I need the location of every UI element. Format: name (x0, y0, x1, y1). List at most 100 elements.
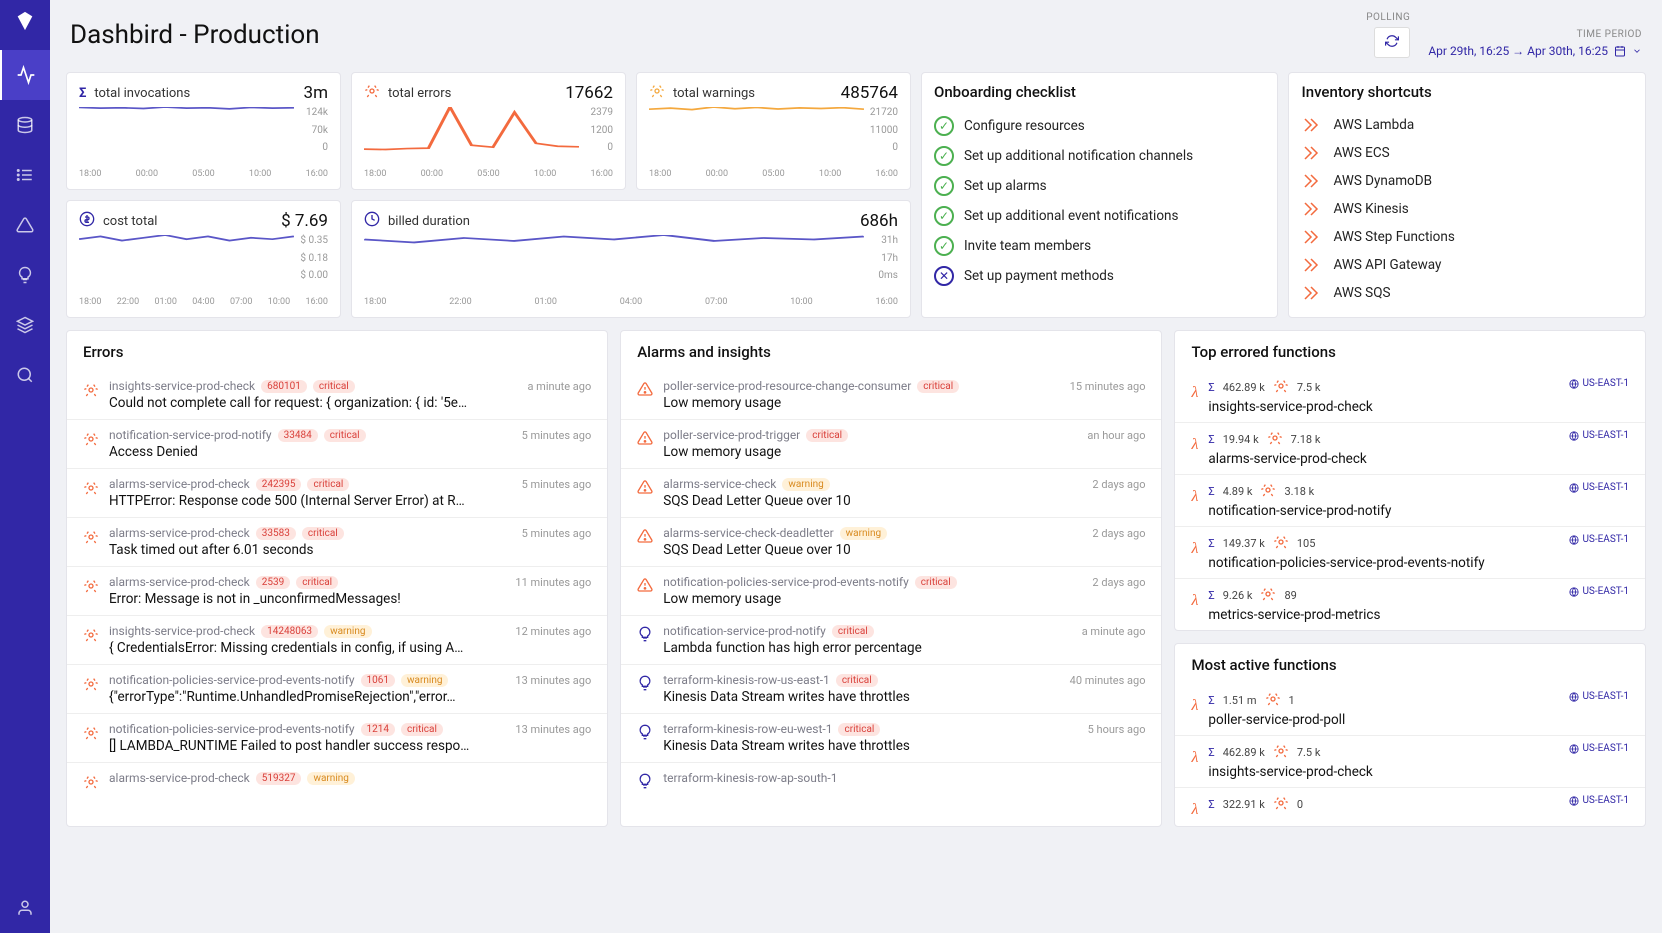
function-row[interactable]: λ Σ1.51 m 1 poller-service-prod-poll US-… (1175, 684, 1645, 735)
warnings-icon (649, 83, 665, 103)
sigma-icon: Σ (1208, 381, 1214, 394)
fn-region: US-EAST-1 (1569, 482, 1629, 493)
onboarding-item[interactable]: ✓ Invite team members (934, 231, 1266, 261)
inventory-item[interactable]: AWS API Gateway (1301, 251, 1633, 279)
nav-list[interactable] (0, 150, 50, 200)
alarm-time: 15 minutes ago (1070, 380, 1146, 393)
onboarding-item[interactable]: ✓ Set up additional event notifications (934, 201, 1266, 231)
alarm-time: 40 minutes ago (1070, 674, 1146, 687)
billed-icon (364, 211, 380, 231)
error-row[interactable]: alarms-service-prod-check 519327 warning (67, 762, 607, 802)
inventory-item[interactable]: AWS Kinesis (1301, 195, 1633, 223)
function-row[interactable]: λ Σ9.26 k 89 metrics-service-prod-metric… (1175, 578, 1645, 630)
error-row[interactable]: insights-service-prod-check 680101 criti… (67, 371, 607, 419)
cost-icon (79, 211, 95, 231)
alarm-row[interactable]: poller-service-prod-trigger critical an … (621, 419, 1161, 468)
alarm-source: poller-service-prod-trigger (663, 428, 800, 442)
bulb-icon (637, 673, 653, 705)
error-message: Access Denied (109, 444, 591, 460)
error-row[interactable]: alarms-service-prod-check 2539 critical … (67, 566, 607, 615)
most-active-card: Most active functions λ Σ1.51 m 1 poller… (1174, 643, 1646, 827)
nav-alerts[interactable] (0, 200, 50, 250)
sigma-icon: Σ (1208, 537, 1214, 550)
metric-errors[interactable]: total errors 17662 237912000 18:0000:000… (351, 72, 626, 190)
bug-icon (1267, 430, 1283, 449)
sigma-icon: Σ (1208, 433, 1214, 446)
lambda-icon: λ (1191, 482, 1198, 506)
error-row[interactable]: notification-service-prod-notify 33484 c… (67, 419, 607, 468)
onboarding-item[interactable]: ✓ Set up alarms (934, 171, 1266, 201)
bug-icon (83, 771, 99, 794)
bulb-icon (637, 771, 653, 793)
error-row[interactable]: notification-policies-service-prod-event… (67, 664, 607, 713)
refresh-button[interactable] (1374, 27, 1410, 58)
function-row[interactable]: λ Σ4.89 k 3.18 k notification-service-pr… (1175, 474, 1645, 526)
onboarding-item[interactable]: ✕ Set up payment methods (934, 261, 1266, 291)
alarm-row[interactable]: poller-service-prod-resource-change-cons… (621, 371, 1161, 419)
bug-icon (83, 575, 99, 607)
metric-cost[interactable]: cost total $ 7.69 $ 0.35$ 0.18$ 0.00 18:… (66, 200, 341, 318)
bug-icon (83, 673, 99, 705)
error-count-badge: 2539 (256, 576, 290, 589)
error-row[interactable]: alarms-service-prod-check 33583 critical… (67, 517, 607, 566)
metric-invocations[interactable]: Σ total invocations 3m 124k70k0 18:0000:… (66, 72, 341, 190)
sigma-icon: Σ (1208, 694, 1214, 707)
onboarding-item[interactable]: ✓ Configure resources (934, 111, 1266, 141)
function-row[interactable]: λ Σ462.89 k 7.5 k insights-service-prod-… (1175, 735, 1645, 787)
alarm-row[interactable]: notification-service-prod-notify critica… (621, 615, 1161, 664)
alarm-row[interactable]: alarms-service-check warning 2 days ago … (621, 468, 1161, 517)
alarm-row[interactable]: alarms-service-check-deadletter warning … (621, 517, 1161, 566)
bug-icon (83, 428, 99, 460)
nav-activity[interactable] (0, 50, 50, 100)
alarm-source: terraform-kinesis-row-ap-south-1 (663, 771, 837, 785)
bug-icon (1273, 795, 1289, 814)
lambda-icon: λ (1191, 430, 1198, 454)
aws-service-icon (1301, 144, 1321, 162)
metric-name: billed duration (388, 214, 470, 229)
error-row[interactable]: insights-service-prod-check 14248063 war… (67, 615, 607, 664)
error-message: Could not complete call for request: { o… (109, 395, 591, 411)
inventory-item[interactable]: AWS DynamoDB (1301, 167, 1633, 195)
inventory-label: AWS Kinesis (1333, 201, 1408, 217)
calendar-icon (1614, 45, 1626, 57)
alarm-message: Lambda function has high error percentag… (663, 640, 1145, 656)
alarm-row[interactable]: notification-policies-service-prod-event… (621, 566, 1161, 615)
metric-billed[interactable]: billed duration 686h 31h17h0ms 18:0022:0… (351, 200, 911, 318)
fn-invocations: 19.94 k (1223, 433, 1259, 446)
alarm-row[interactable]: terraform-kinesis-row-us-east-1 critical… (621, 664, 1161, 713)
fn-errors: 7.5 k (1297, 746, 1321, 759)
nav-user[interactable] (0, 883, 50, 933)
function-row[interactable]: λ Σ149.37 k 105 notification-policies-se… (1175, 526, 1645, 578)
error-count-badge: 519327 (256, 772, 302, 785)
nav-layers[interactable] (0, 300, 50, 350)
alarm-row[interactable]: terraform-kinesis-row-ap-south-1 (621, 762, 1161, 801)
inventory-item[interactable]: AWS ECS (1301, 139, 1633, 167)
error-row[interactable]: alarms-service-prod-check 242395 critica… (67, 468, 607, 517)
error-source: notification-service-prod-notify (109, 428, 272, 442)
fn-invocations: 149.37 k (1223, 537, 1265, 550)
inventory-item[interactable]: AWS Lambda (1301, 111, 1633, 139)
alarm-row[interactable]: terraform-kinesis-row-eu-west-1 critical… (621, 713, 1161, 762)
inventory-label: AWS ECS (1333, 145, 1389, 161)
nav-bulb[interactable] (0, 250, 50, 300)
onboarding-item[interactable]: ✓ Set up additional notification channel… (934, 141, 1266, 171)
inventory-item[interactable]: AWS Step Functions (1301, 223, 1633, 251)
error-row[interactable]: notification-policies-service-prod-event… (67, 713, 607, 762)
check-icon: ✓ (934, 146, 954, 166)
nav-search[interactable] (0, 350, 50, 400)
alarm-source: terraform-kinesis-row-eu-west-1 (663, 722, 832, 736)
fn-invocations: 4.89 k (1223, 485, 1253, 498)
logo[interactable] (14, 10, 36, 36)
time-period-selector[interactable]: Apr 29th, 16:25 → Apr 30th, 16:25 (1428, 44, 1642, 58)
polling-label: POLLING (1366, 12, 1410, 23)
function-row[interactable]: λ Σ322.91 k 0 US-EAST-1 (1175, 787, 1645, 826)
nav-database[interactable] (0, 100, 50, 150)
inventory-item[interactable]: AWS SQS (1301, 279, 1633, 307)
metric-warnings[interactable]: total warnings 485764 21720110000 18:000… (636, 72, 911, 190)
lambda-icon: λ (1191, 586, 1198, 610)
aws-service-icon (1301, 172, 1321, 190)
function-row[interactable]: λ Σ19.94 k 7.18 k alarms-service-prod-ch… (1175, 422, 1645, 474)
function-row[interactable]: λ Σ462.89 k 7.5 k insights-service-prod-… (1175, 371, 1645, 422)
metric-value: $ 7.69 (281, 211, 328, 231)
inventory-label: AWS API Gateway (1333, 257, 1441, 273)
